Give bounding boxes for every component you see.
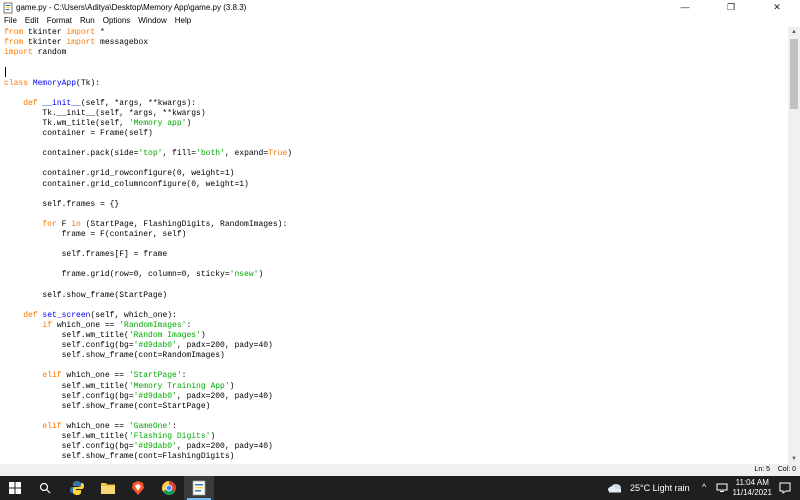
clock-time: 11:04 AM xyxy=(735,478,769,487)
code-line: container.pack(side='top', fill='both', … xyxy=(4,149,293,159)
code-line: frame = F(container, self) xyxy=(4,230,187,239)
notifications-icon[interactable] xyxy=(774,476,796,500)
system-clock[interactable]: 11:04 AM 11/14/2021 xyxy=(733,478,772,498)
brave-browser-icon[interactable] xyxy=(123,476,153,500)
status-bar: Ln: 5 Col: 0 xyxy=(0,464,800,476)
file-explorer-icon[interactable] xyxy=(93,476,123,500)
maximize-button[interactable]: ❐ xyxy=(708,0,754,14)
code-line: Tk.__init__(self, *args, **kwargs) xyxy=(4,108,206,118)
scroll-down-icon[interactable]: ▼ xyxy=(788,454,800,464)
window-title: game.py - C:\Users\Aditya\Desktop\Memory… xyxy=(16,2,247,12)
window-controls: — ❐ ✕ xyxy=(662,0,800,14)
code-line: from tkinter import messagebox xyxy=(4,38,149,48)
code-line: self.show_frame(cont=FlashingDigits) xyxy=(4,452,235,462)
code-line: self.wm_title('Flashing Digits') xyxy=(4,432,216,441)
code-line: container.grid_columnconfigure(0, weight… xyxy=(4,179,249,189)
code-line: elif which_one == 'StartPage': xyxy=(42,371,187,381)
code-line: self.config(bg='#d9dab0', padx=200, pady… xyxy=(4,391,273,401)
chrome-icon[interactable] xyxy=(154,476,184,500)
code-line: class MemoryApp(Tk): xyxy=(4,78,101,88)
menu-format[interactable]: Format xyxy=(43,16,76,25)
code-line: self.config(bg='#d9dab0', padx=200, pady… xyxy=(4,341,273,351)
scrollbar-thumb[interactable] xyxy=(790,39,798,109)
title-bar: game.py - C:\Users\Aditya\Desktop\Memory… xyxy=(0,0,800,14)
windows-start-icon[interactable] xyxy=(0,476,30,500)
menu-edit[interactable]: Edit xyxy=(21,16,43,25)
clock-date: 11/14/2021 xyxy=(732,488,772,497)
menu-bar: File Edit Format Run Options Window Help xyxy=(0,14,800,27)
status-line: Ln: 5 xyxy=(754,466,770,473)
weather-text[interactable]: 25°C Light rain xyxy=(630,483,690,493)
code-line: self.config(bg='#d9dab0', padx=200, pady… xyxy=(4,442,273,452)
python-file-icon xyxy=(2,1,14,14)
menu-window[interactable]: Window xyxy=(134,16,170,25)
code-line: self.frames = {} xyxy=(4,199,120,209)
text-cursor xyxy=(5,67,6,77)
menu-help[interactable]: Help xyxy=(171,16,195,25)
code-line: self.show_frame(StartPage) xyxy=(4,290,168,300)
chevron-up-icon[interactable]: ^ xyxy=(702,482,706,492)
weather-cloud-icon[interactable] xyxy=(604,476,626,500)
idle-editor-icon[interactable] xyxy=(184,476,214,500)
close-button[interactable]: ✕ xyxy=(754,0,800,14)
scroll-up-icon[interactable]: ▲ xyxy=(788,27,800,37)
search-icon[interactable] xyxy=(30,476,60,500)
code-line: if which_one == 'RandomImages': xyxy=(42,320,192,330)
code-line: def __init__(self, *args, **kwargs): xyxy=(23,98,197,108)
code-line: container = Frame(self) xyxy=(4,129,153,138)
vertical-scrollbar[interactable]: ▲ ▼ xyxy=(788,27,800,464)
code-line: self.show_frame(cont=StartPage) xyxy=(4,401,211,411)
status-column: Col: 0 xyxy=(777,466,796,473)
taskbar: 25°C Light rain ^ 11:04 AM 11/14/2021 xyxy=(0,476,800,500)
code-line: self.wm_title('Memory Training App') xyxy=(4,381,235,391)
code-line: self.show_frame(cont=RandomImages) xyxy=(4,351,225,361)
code-line: def set_screen(self, which_one): xyxy=(23,310,177,320)
code-line: self.frames[F] = frame xyxy=(4,250,168,260)
code-line: for F in (StartPage, FlashingDigits, Ran… xyxy=(42,219,288,229)
code-line: Tk.wm_title(self, 'Memory app') xyxy=(4,118,192,128)
code-line: elif which_one == 'GameOne': xyxy=(42,421,177,431)
menu-options[interactable]: Options xyxy=(99,16,135,25)
menu-file[interactable]: File xyxy=(0,16,21,25)
network-icon[interactable] xyxy=(714,476,730,500)
code-editor[interactable]: from tkinter import * from tkinter import… xyxy=(0,27,788,464)
code-line: self.wm_title('Random Images') xyxy=(4,331,206,340)
code-line: container.grid_rowconfigure(0, weight=1) xyxy=(4,169,235,179)
menu-run[interactable]: Run xyxy=(76,16,99,25)
code-line: from tkinter import * xyxy=(4,28,105,37)
code-line: import random xyxy=(4,48,67,58)
code-line: frame.grid(row=0, column=0, sticky='nsew… xyxy=(4,270,264,280)
python-snake-icon[interactable] xyxy=(62,476,92,500)
idle-editor-window: game.py - C:\Users\Aditya\Desktop\Memory… xyxy=(0,0,800,476)
minimize-button[interactable]: — xyxy=(662,0,708,14)
